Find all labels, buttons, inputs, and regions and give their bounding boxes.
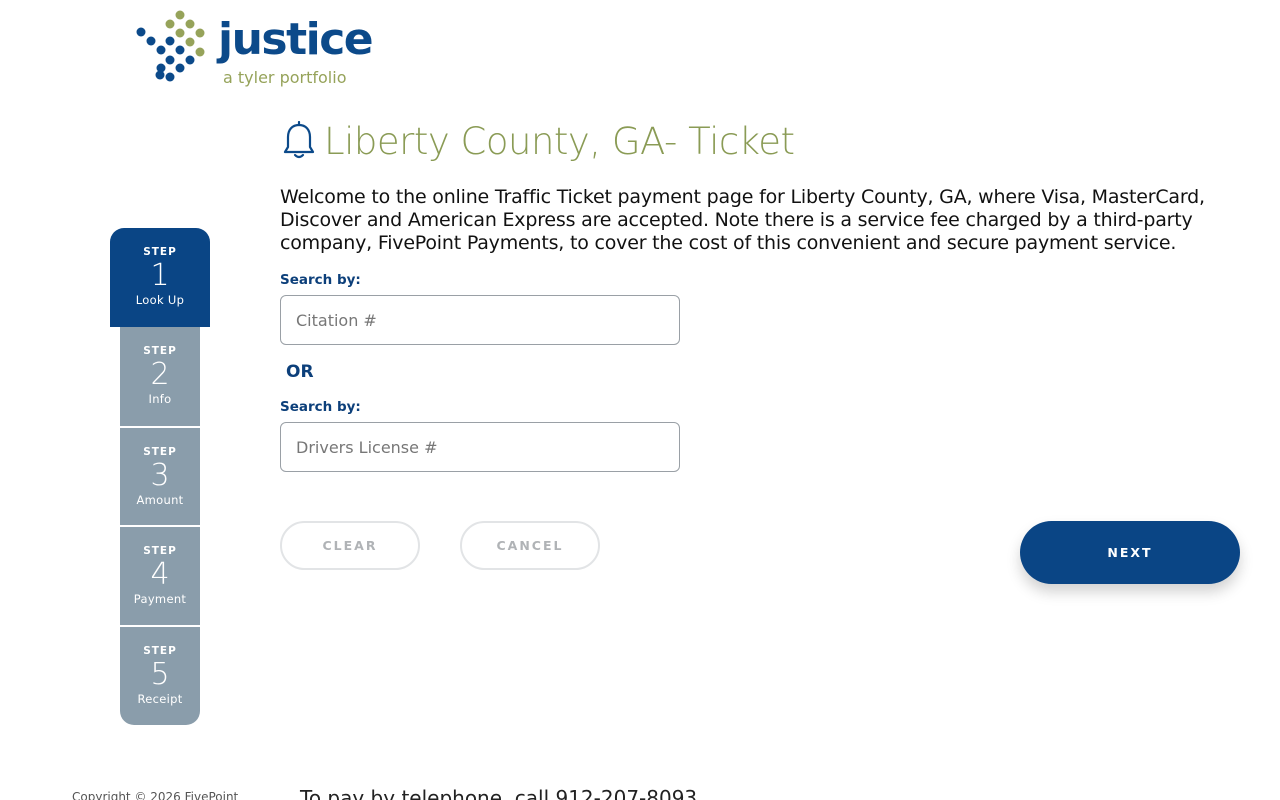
copyright-text: Copyright © 2026 FivePoint xyxy=(72,790,239,800)
step-2: STEP 2 Info xyxy=(120,327,200,425)
bell-icon xyxy=(283,121,315,159)
step-3: STEP 3 Amount xyxy=(120,428,200,526)
step-label: STEP xyxy=(143,345,177,357)
step-label: STEP xyxy=(143,446,177,458)
step-label: STEP xyxy=(143,545,177,557)
drivers-license-input[interactable] xyxy=(280,422,680,472)
citation-input[interactable] xyxy=(280,295,680,345)
search-by-label-citation: Search by: xyxy=(280,272,361,288)
next-button[interactable]: NEXT xyxy=(1020,521,1240,584)
step-number: 1 xyxy=(150,258,170,293)
intro-text: Welcome to the online Traffic Ticket pay… xyxy=(280,186,1205,254)
page-header: Liberty County, GA- Ticket xyxy=(282,118,795,164)
search-by-label-license: Search by: xyxy=(280,399,361,415)
step-label: STEP xyxy=(143,246,177,258)
step-1-active: STEP 1 Look Up xyxy=(110,228,210,327)
step-4: STEP 4 Payment xyxy=(120,527,200,625)
step-progress: STEP 2 Info STEP 3 Amount STEP 4 Payment… xyxy=(120,327,200,725)
step-number: 2 xyxy=(150,357,170,392)
page-title: Liberty County, GA- Ticket xyxy=(324,119,795,163)
cancel-button[interactable]: CANCEL xyxy=(460,521,600,570)
logo-wordmark: justice xyxy=(218,14,374,65)
step-5: STEP 5 Receipt xyxy=(120,627,200,725)
step-number: 5 xyxy=(150,657,170,692)
clear-button[interactable]: CLEAR xyxy=(280,521,420,570)
step-label: STEP xyxy=(143,645,177,657)
step-name: Payment xyxy=(133,592,187,606)
step-number: 4 xyxy=(150,557,170,592)
step-name: Info xyxy=(148,392,172,406)
or-separator: OR xyxy=(286,362,314,382)
step-name: Look Up xyxy=(135,293,185,307)
justice-logo: justice a tyler portfolio xyxy=(132,8,374,94)
step-name: Amount xyxy=(136,493,184,507)
step-number: 3 xyxy=(150,458,170,493)
logo-tagline: a tyler portfolio xyxy=(223,68,347,87)
step-name: Receipt xyxy=(137,692,183,706)
logo-dots-icon xyxy=(136,10,205,82)
phone-payment-text: To pay by telephone, call 912-207-8093 xyxy=(300,786,698,800)
